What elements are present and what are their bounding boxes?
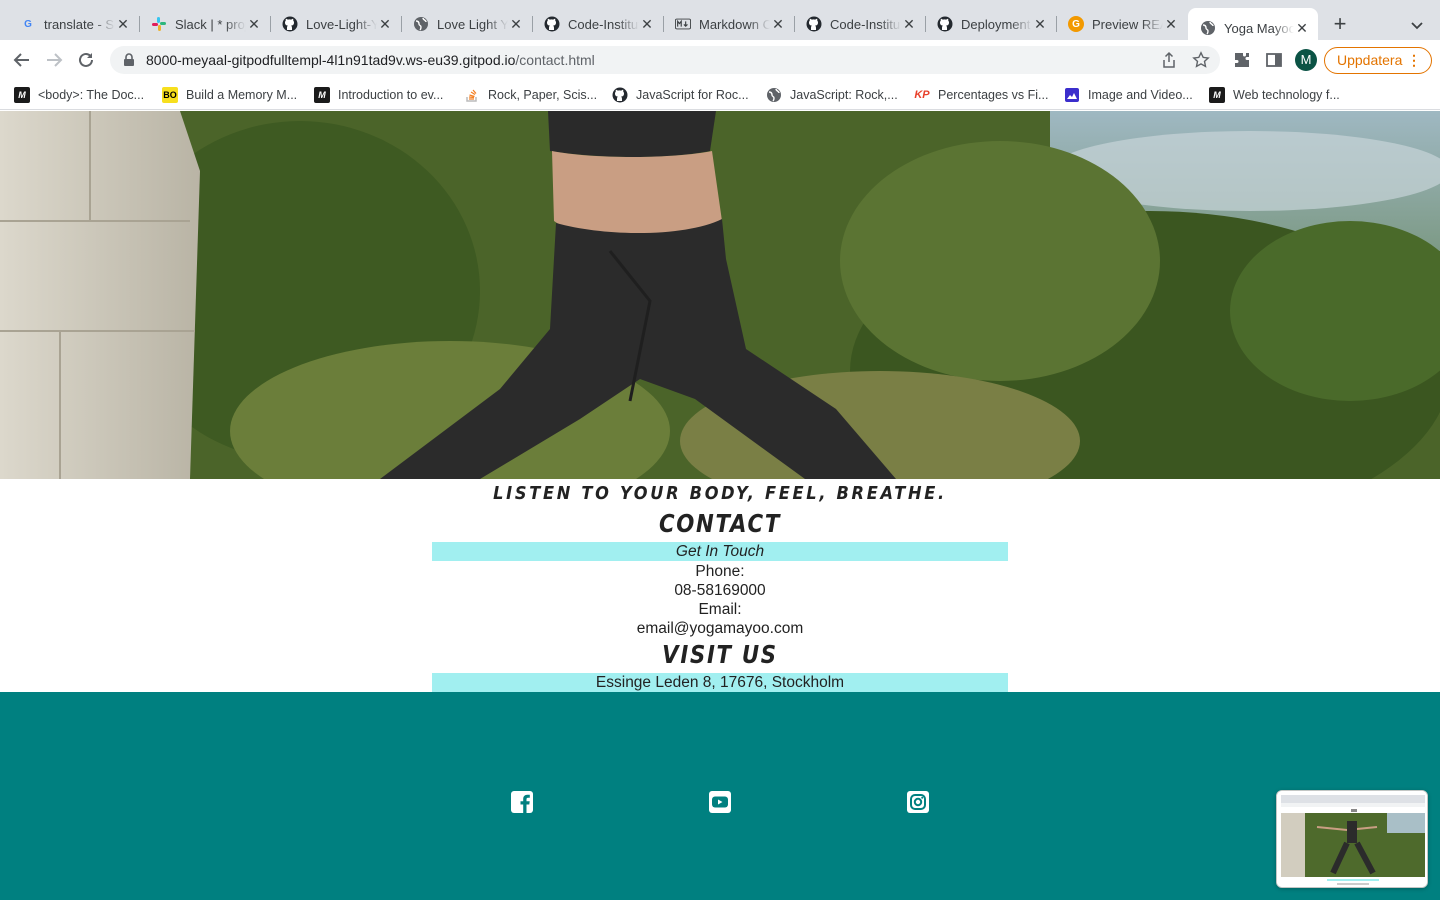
update-button[interactable]: Uppdatera ⋮ bbox=[1324, 47, 1432, 74]
tab-code-institute-org[interactable]: Code-Institute-Org ✕ bbox=[532, 8, 664, 40]
url-host: 8000-meyaal-gitpodfulltempl-4l1n91tad9v.… bbox=[146, 52, 516, 68]
close-tab-icon[interactable]: ✕ bbox=[1294, 20, 1310, 36]
bookmark-item[interactable]: JavaScript for Roc... bbox=[612, 85, 749, 105]
address: Essinge Leden 8, 17676, Stockholm bbox=[432, 673, 1008, 692]
slogan: LISTEN TO YOUR BODY, FEEL, BREATHE. bbox=[493, 483, 947, 504]
globe-icon bbox=[766, 87, 782, 103]
hero-image bbox=[0, 111, 1440, 479]
share-icon[interactable] bbox=[1160, 51, 1178, 69]
email-address[interactable]: email@yogamayoo.com bbox=[0, 619, 1440, 638]
github-icon bbox=[282, 16, 298, 32]
bo-icon: BO bbox=[162, 87, 178, 103]
close-tab-icon[interactable]: ✕ bbox=[639, 16, 655, 32]
youtube-icon[interactable] bbox=[708, 790, 732, 814]
tab-love-light-yoga[interactable]: Love Light Yoga ✕ bbox=[401, 8, 533, 40]
contact-section: LISTEN TO YOUR BODY, FEEL, BREATHE. CONT… bbox=[0, 479, 1440, 692]
instagram-icon[interactable] bbox=[906, 790, 930, 814]
mdn-icon: M bbox=[14, 87, 30, 103]
bookmark-star-icon[interactable] bbox=[1192, 51, 1210, 69]
github-icon bbox=[937, 16, 953, 32]
preview-icon: G bbox=[1068, 16, 1084, 32]
bookmark-item[interactable]: M Introduction to ev... bbox=[314, 85, 443, 105]
close-tab-icon[interactable]: ✕ bbox=[1032, 16, 1048, 32]
phone-label: Phone: bbox=[695, 563, 745, 580]
github-icon bbox=[612, 87, 628, 103]
bookmark-item[interactable]: JavaScript: Rock,... bbox=[766, 85, 898, 105]
close-tab-icon[interactable]: ✕ bbox=[115, 16, 131, 32]
close-tab-icon[interactable]: ✕ bbox=[377, 16, 393, 32]
github-icon bbox=[806, 16, 822, 32]
menu-dots-icon: ⋮ bbox=[1407, 52, 1421, 68]
facebook-icon[interactable] bbox=[510, 790, 534, 814]
visit-us-heading: VISIT US bbox=[662, 640, 778, 669]
globe-icon bbox=[413, 16, 429, 32]
markdown-icon bbox=[675, 16, 691, 32]
lock-icon bbox=[122, 53, 136, 67]
bookmark-item[interactable]: Image and Video... bbox=[1064, 85, 1193, 105]
forward-button[interactable] bbox=[42, 48, 66, 72]
globe-icon bbox=[1200, 20, 1216, 36]
tab-code-institute-solutions[interactable]: Code-Institute-Solutions ✕ bbox=[794, 8, 926, 40]
email-label: Email: bbox=[698, 601, 742, 618]
phone-number[interactable]: 08-58169000 bbox=[0, 581, 1440, 600]
reload-button[interactable] bbox=[74, 48, 98, 72]
bookmarks-bar: M <body>: The Doc... BO Build a Memory M… bbox=[0, 80, 1440, 110]
close-tab-icon[interactable]: ✕ bbox=[901, 16, 917, 32]
bookmark-item[interactable]: Rock, Paper, Scis... bbox=[464, 85, 597, 105]
close-tab-icon[interactable]: ✕ bbox=[246, 16, 262, 32]
slack-icon bbox=[151, 16, 167, 32]
google-icon: G bbox=[24, 18, 32, 30]
close-tab-icon[interactable]: ✕ bbox=[1163, 16, 1179, 32]
mdn-icon: M bbox=[314, 87, 330, 103]
close-tab-icon[interactable]: ✕ bbox=[508, 16, 524, 32]
stackoverflow-icon bbox=[464, 87, 480, 103]
tab-search-icon[interactable] bbox=[1406, 14, 1428, 36]
page-preview-thumbnail[interactable] bbox=[1276, 790, 1428, 888]
close-tab-icon[interactable]: ✕ bbox=[770, 16, 786, 32]
get-in-touch-heading: Get In Touch bbox=[432, 542, 1008, 561]
address-bar[interactable]: 8000-meyaal-gitpodfulltempl-4l1n91tad9v.… bbox=[110, 46, 1220, 74]
contact-heading: CONTACT bbox=[658, 509, 782, 538]
side-panel-icon[interactable] bbox=[1264, 50, 1284, 70]
tab-translate[interactable]: G translate - Sök på Google ✕ bbox=[8, 8, 140, 40]
tab-markdown[interactable]: Markdown Cheatsheet ✕ bbox=[663, 8, 795, 40]
new-tab-button[interactable]: + bbox=[1328, 12, 1352, 36]
browser-toolbar: 8000-meyaal-gitpodfulltempl-4l1n91tad9v.… bbox=[0, 40, 1440, 80]
github-icon bbox=[544, 16, 560, 32]
imagekit-icon bbox=[1064, 87, 1080, 103]
back-button[interactable] bbox=[10, 48, 34, 72]
bookmark-item[interactable]: KP Percentages vs Fi... bbox=[914, 85, 1048, 105]
bookmark-item[interactable]: BO Build a Memory M... bbox=[162, 85, 297, 105]
kp-icon: KP bbox=[914, 89, 930, 101]
mdn-icon: M bbox=[1209, 87, 1225, 103]
tab-deployment[interactable]: Deployment ✕ bbox=[925, 8, 1057, 40]
tab-slack[interactable]: Slack | * project ✕ bbox=[139, 8, 271, 40]
tab-preview-readme[interactable]: G Preview README ✕ bbox=[1056, 8, 1187, 40]
extensions-icon[interactable] bbox=[1232, 50, 1252, 70]
bookmark-item[interactable]: M Web technology f... bbox=[1209, 85, 1340, 105]
tab-love-light-yoga-repo[interactable]: Love-Light-Yoga ✕ bbox=[270, 8, 402, 40]
url-path: /contact.html bbox=[515, 52, 595, 68]
profile-avatar[interactable]: M bbox=[1295, 49, 1317, 71]
footer bbox=[0, 692, 1440, 900]
web-page: LISTEN TO YOUR BODY, FEEL, BREATHE. CONT… bbox=[0, 111, 1440, 900]
bookmark-item[interactable]: M <body>: The Doc... bbox=[14, 85, 144, 105]
